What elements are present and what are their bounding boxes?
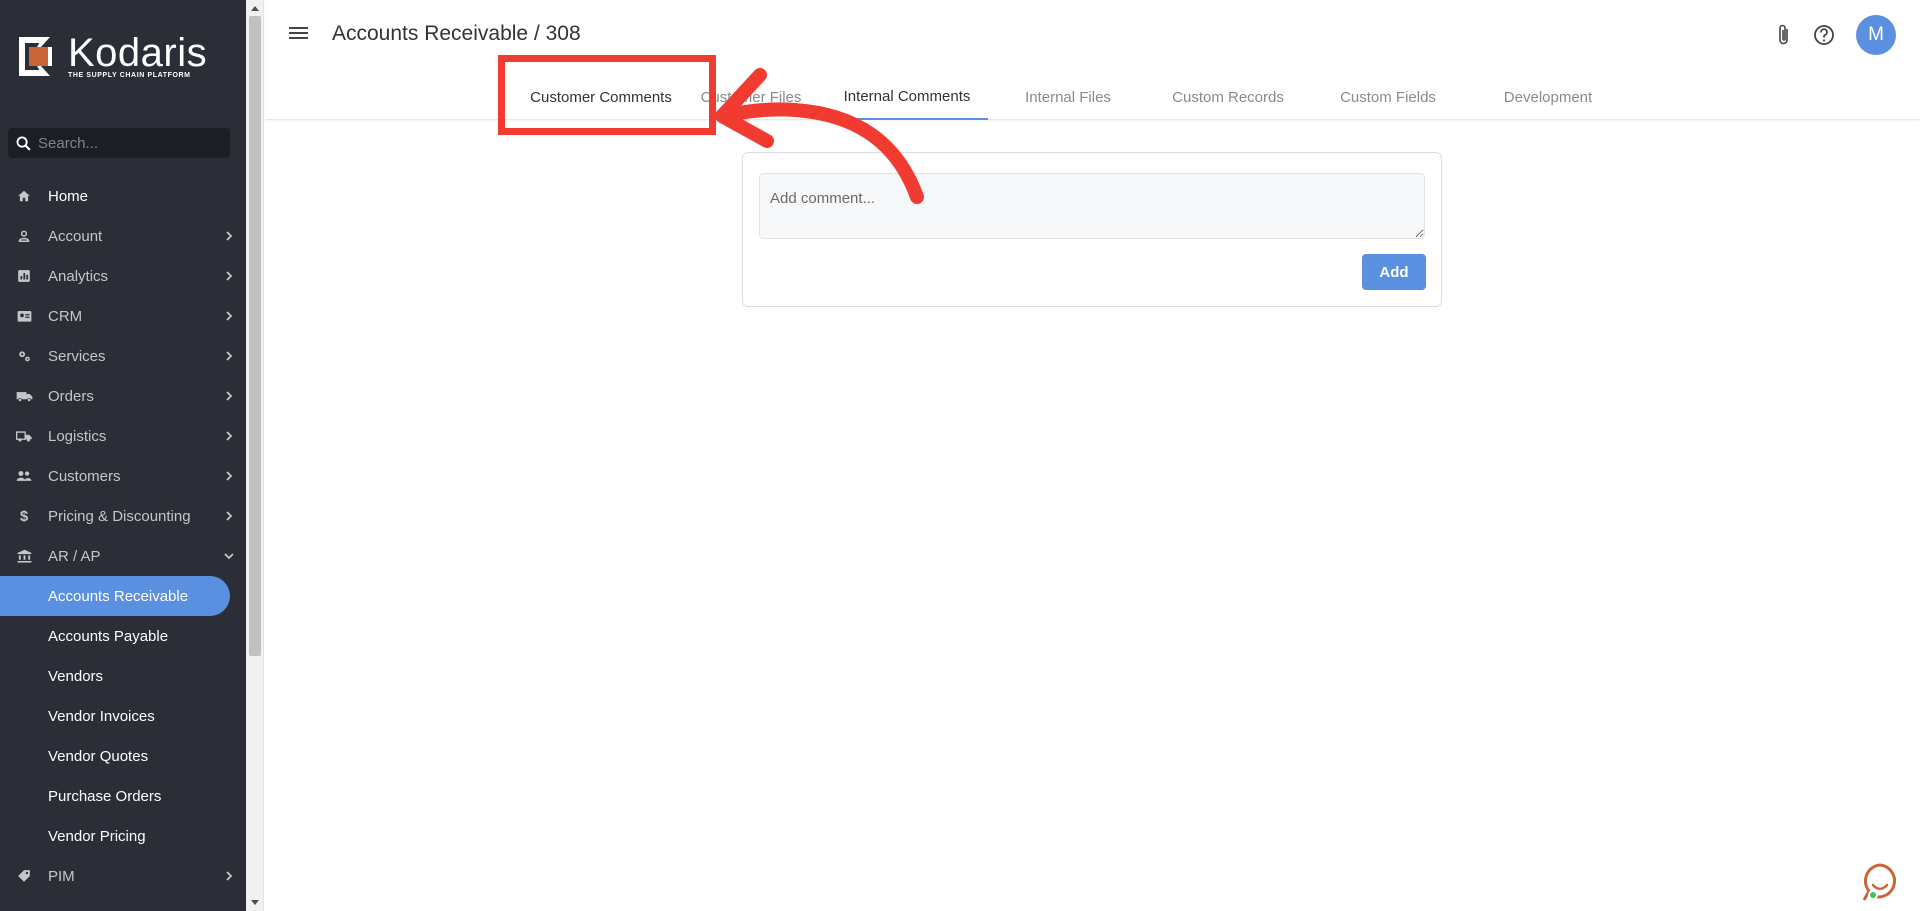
chevron-right-icon [212, 351, 246, 361]
sidebar-item-label: Account [48, 227, 103, 245]
tab-customer-files[interactable]: Customer Files [676, 74, 826, 120]
sidebar-item-customers[interactable]: Customers [0, 456, 246, 496]
chevron-right-icon [212, 471, 246, 481]
paperclip-icon[interactable] [1764, 15, 1804, 55]
search-input[interactable] [38, 134, 218, 152]
tab-development[interactable]: Development [1468, 74, 1628, 120]
comment-input[interactable] [759, 173, 1425, 239]
scroll-up-arrow-icon[interactable] [246, 0, 264, 16]
sidebar-item-analytics[interactable]: Analytics [0, 256, 246, 296]
sidebar-item-ar-ap[interactable]: AR / AP [0, 536, 246, 576]
sidebar-item-pricing[interactable]: $ Pricing & Discounting [0, 496, 246, 536]
sidebar-item-crm[interactable]: CRM [0, 296, 246, 336]
header-actions: M [1764, 15, 1920, 55]
chevron-down-icon [212, 551, 246, 561]
sidebar-item-services[interactable]: Services [0, 336, 246, 376]
sidebar-item-label: PIM [48, 867, 75, 885]
search-icon [8, 135, 38, 152]
sidebar-item-label: Orders [48, 387, 94, 405]
sidebar-search [8, 128, 230, 158]
scrollbar-thumb[interactable] [249, 16, 261, 656]
sidebar-item-purchase-orders[interactable]: Purchase Orders [0, 776, 246, 816]
sidebar-item-logistics[interactable]: Logistics [0, 416, 246, 456]
sidebar-item-label: Services [48, 347, 106, 365]
chevron-right-icon [212, 871, 246, 881]
sidebar: Kodaris THE SUPPLY CHAIN PLATFORM Home A… [0, 0, 246, 911]
chat-bubble-icon [1862, 863, 1896, 901]
page-header: Accounts Receivable / 308 M Customer Com… [266, 0, 1920, 120]
chevron-right-icon [212, 311, 246, 321]
bank-icon [0, 549, 48, 563]
page-title: Accounts Receivable / 308 [332, 22, 581, 45]
analytics-icon [0, 269, 48, 283]
sidebar-item-label: AR / AP [48, 547, 101, 565]
tab-custom-records[interactable]: Custom Records [1148, 74, 1308, 120]
sidebar-scrollbar[interactable] [246, 0, 264, 911]
tab-bar: Customer Comments Customer Files Interna… [266, 74, 1920, 120]
tab-internal-comments[interactable]: Internal Comments [826, 74, 988, 120]
avatar[interactable]: M [1856, 15, 1896, 55]
logo-name: Kodaris [68, 31, 208, 75]
tag-icon [0, 869, 48, 883]
tab-customer-comments[interactable]: Customer Comments [526, 74, 676, 120]
scroll-down-arrow-icon[interactable] [246, 895, 264, 911]
sidebar-item-vendors[interactable]: Vendors [0, 656, 246, 696]
chevron-right-icon [212, 391, 246, 401]
app-root: Kodaris THE SUPPLY CHAIN PLATFORM Home A… [0, 0, 1920, 911]
people-icon [0, 469, 48, 483]
person-icon [0, 229, 48, 243]
sidebar-item-vendor-invoices[interactable]: Vendor Invoices [0, 696, 246, 736]
contact-card-icon [0, 309, 48, 323]
kodaris-logo-icon [19, 37, 52, 76]
hamburger-menu-icon[interactable] [288, 24, 316, 48]
sidebar-item-label: Customers [48, 467, 121, 485]
online-status-dot [1868, 890, 1878, 900]
sidebar-item-pim[interactable]: PIM [0, 856, 246, 896]
sidebar-item-label: Analytics [48, 267, 109, 285]
sidebar-item-label: Pricing & Discounting [48, 507, 191, 525]
sidebar-item-home[interactable]: Home [0, 176, 246, 216]
tab-internal-files[interactable]: Internal Files [988, 74, 1148, 120]
chevron-right-icon [212, 431, 246, 441]
chevron-right-icon [212, 511, 246, 521]
sidebar-item-vendor-pricing[interactable]: Vendor Pricing [0, 816, 246, 856]
sidebar-item-orders[interactable]: Orders [0, 376, 246, 416]
sidebar-item-label: Home [48, 187, 89, 205]
sidebar-nav: Home Account Analytics CRM Services Orde… [0, 176, 246, 896]
chevron-right-icon [212, 271, 246, 281]
help-icon[interactable] [1804, 15, 1844, 55]
sidebar-item-label: Logistics [48, 427, 107, 445]
gears-icon [0, 349, 48, 363]
sidebar-item-accounts-receivable[interactable]: Accounts Receivable [0, 576, 230, 616]
sidebar-item-account[interactable]: Account [0, 216, 246, 256]
chat-widget[interactable] [1860, 862, 1900, 906]
dollar-icon: $ [19, 507, 29, 525]
tab-custom-fields[interactable]: Custom Fields [1308, 74, 1468, 120]
shipping-icon [0, 429, 48, 443]
truck-icon [0, 389, 48, 403]
home-icon [0, 189, 48, 203]
sidebar-item-accounts-payable[interactable]: Accounts Payable [0, 616, 246, 656]
sidebar-item-vendor-quotes[interactable]: Vendor Quotes [0, 736, 246, 776]
logo-tagline: THE SUPPLY CHAIN PLATFORM [68, 72, 191, 79]
comment-card: Add [742, 152, 1442, 307]
chevron-right-icon [212, 231, 246, 241]
sidebar-item-label: CRM [48, 307, 83, 325]
add-comment-button[interactable]: Add [1362, 254, 1426, 290]
logo[interactable]: Kodaris THE SUPPLY CHAIN PLATFORM [17, 31, 208, 79]
